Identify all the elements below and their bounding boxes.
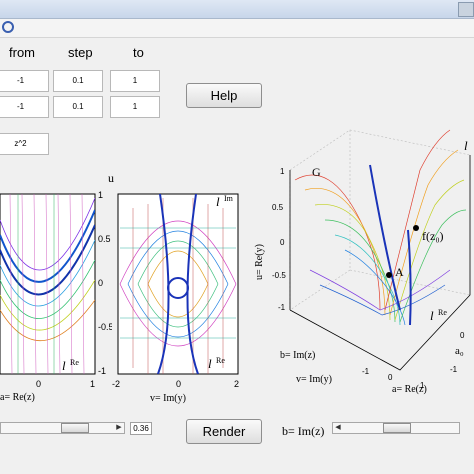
fz0-label: f(z₀) bbox=[422, 229, 444, 243]
plot2-xlabel: v= Im(y) bbox=[150, 393, 186, 404]
point-a-label: A bbox=[395, 265, 404, 279]
step-header: step bbox=[68, 45, 93, 60]
l-re-label: l bbox=[430, 308, 434, 323]
slider-b-left-arrow[interactable]: ◀ bbox=[333, 423, 343, 433]
to-header: to bbox=[133, 45, 144, 60]
plot1-curve-sup: Re bbox=[70, 358, 79, 367]
zt1: 1 bbox=[280, 167, 285, 176]
plot2-xtick-1: -2 bbox=[112, 379, 120, 389]
zt3: 0 bbox=[280, 238, 285, 247]
plot-u-v: u -2 0 2 v= Im(y) l Im l Re bbox=[108, 171, 239, 404]
from-input-1[interactable]: -1 bbox=[0, 70, 49, 92]
plot2-bottom-sup: Re bbox=[216, 356, 225, 365]
plot2-bottom-label: l bbox=[208, 356, 212, 371]
from-header: from bbox=[9, 45, 35, 60]
point-a bbox=[386, 272, 392, 278]
a0-label: a₀ bbox=[455, 345, 464, 357]
plot1-ytick-3: 0 bbox=[98, 278, 103, 288]
slider-b-label: b= Im(z) bbox=[282, 424, 325, 438]
step-input-1[interactable]: 0.1 bbox=[53, 70, 103, 92]
plot2-top-sup: Im bbox=[224, 194, 234, 203]
slider-a-value: 0.36 bbox=[130, 422, 152, 435]
to-input-1[interactable]: 1 bbox=[110, 70, 160, 92]
b-axis-label: b= Im(z) bbox=[280, 350, 315, 361]
slider-a[interactable]: ▶ bbox=[0, 422, 125, 434]
plot1-xtick-1: 0 bbox=[36, 379, 41, 389]
l-re-sup: Re bbox=[438, 308, 447, 317]
function-input[interactable]: z^2 bbox=[0, 133, 49, 155]
slider-a-right-arrow[interactable]: ▶ bbox=[114, 423, 124, 433]
rotate-icon[interactable] bbox=[2, 21, 14, 33]
slider-b-thumb[interactable] bbox=[383, 423, 411, 433]
plot1-curve-label: l bbox=[62, 358, 66, 373]
plot-re-parabolas: 1 0.5 0 -0.5 -1 0 1 a= Re(z) l Re bbox=[0, 190, 112, 403]
v-axis-label: v= Im(y) bbox=[296, 374, 332, 385]
plot-3d-surface: G f(z₀) A l Re l 1 0.5 0 -0.5 -1 u= Re(y… bbox=[254, 129, 471, 395]
slider-b[interactable]: ◀ bbox=[332, 422, 460, 434]
plot1-xtick-2: 1 bbox=[90, 379, 95, 389]
title-bar bbox=[0, 0, 474, 19]
zt5: -1 bbox=[278, 303, 286, 312]
at2: 0 bbox=[388, 373, 393, 382]
plot1-ytick-1: 1 bbox=[98, 190, 103, 200]
point-g-label: G bbox=[312, 165, 321, 179]
plot2-xtick-3: 2 bbox=[234, 379, 239, 389]
toolbar bbox=[0, 19, 474, 38]
help-button[interactable]: Help bbox=[186, 83, 262, 108]
to-input-2[interactable]: 1 bbox=[110, 96, 160, 118]
plot2-xtick-2: 0 bbox=[176, 379, 181, 389]
window-control-button[interactable] bbox=[458, 2, 474, 17]
point-fz0 bbox=[413, 225, 419, 231]
render-button[interactable]: Render bbox=[186, 419, 262, 444]
plot2-ylabel: u bbox=[108, 171, 114, 185]
zt4: -0.5 bbox=[272, 271, 286, 280]
zt2: 0.5 bbox=[272, 203, 284, 212]
at1: -1 bbox=[362, 367, 370, 376]
from-input-2[interactable]: -1 bbox=[0, 96, 49, 118]
plot1-xlabel: a= Re(z) bbox=[0, 392, 35, 403]
slider-a-thumb[interactable] bbox=[61, 423, 89, 433]
a-axis-label: a= Re(z) bbox=[392, 384, 427, 395]
plot1-ytick-5: -1 bbox=[98, 366, 106, 376]
zlabel: u= Re(y) bbox=[254, 244, 265, 280]
bt1: 0 bbox=[460, 331, 465, 340]
plot2-top-label: l bbox=[216, 194, 220, 209]
step-input-2[interactable]: 0.1 bbox=[53, 96, 103, 118]
l-top-label: l bbox=[464, 138, 468, 153]
bt2: -1 bbox=[450, 365, 458, 374]
